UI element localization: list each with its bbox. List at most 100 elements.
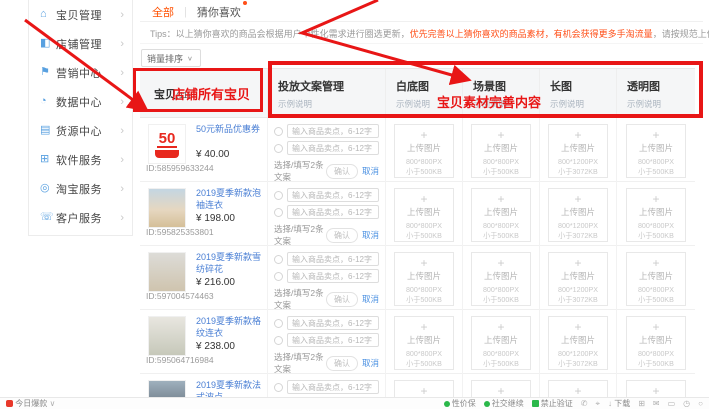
example-link[interactable]: 示例说明 [473, 98, 539, 110]
upload-image-button[interactable]: + 上传图片 800*800PX 小于500KB [626, 188, 686, 242]
confirm-button[interactable]: 确认 [326, 292, 358, 307]
example-link[interactable]: 示例说明 [278, 98, 385, 110]
sort-dropdown[interactable]: 销量排序 ∨ [141, 49, 201, 67]
upload-image-button[interactable]: + 上传图片 800*800PX 小于500KB [471, 124, 531, 178]
sidebar-item[interactable]: ⊞ 软件服务 › [29, 145, 132, 174]
cancel-button[interactable]: 取消 [362, 229, 379, 241]
checkbox[interactable] [274, 127, 283, 136]
product-title-link[interactable]: 2019夏季新款雪纺碎花半身裙女中长款高腰白 [196, 251, 263, 276]
plugin-item[interactable]: 禁止验证 [532, 398, 573, 409]
box-home-icon: ⌂ [40, 9, 56, 20]
checkbox[interactable] [274, 208, 283, 217]
cancel-button[interactable]: 取消 [362, 293, 379, 305]
confirm-button[interactable]: 确认 [326, 356, 358, 371]
upload-image-button[interactable]: + 上传图片 800*800PX 小于500KB [471, 188, 531, 242]
store-icon: ▤ [40, 125, 56, 136]
checkbox[interactable] [274, 319, 283, 328]
example-link[interactable]: 示例说明 [550, 98, 616, 110]
upload-image-button[interactable]: + 上传图片 800*800PX 小于500KB [394, 252, 454, 306]
upload-image-button[interactable]: + 上传图片 800*800PX 小于500KB [471, 252, 531, 306]
product-image[interactable] [148, 252, 186, 292]
sidebar-item-label: 宝贝管理 [56, 7, 120, 23]
upload-size-spec: 800*800PX [473, 157, 528, 166]
cancel-button[interactable]: 取消 [362, 357, 379, 369]
product-image[interactable]: 50 [148, 124, 186, 164]
upload-image-button[interactable]: + 上传图片 800*1200PX 小于3072KB [548, 188, 608, 242]
upload-image-button[interactable]: + 上传图片 800*800PX 小于500KB [626, 316, 686, 370]
sidebar-item[interactable]: ☏ 客户服务 › [29, 203, 132, 232]
selling-point-input[interactable] [287, 269, 379, 283]
tab-all[interactable]: 全部 [152, 4, 174, 20]
circle-icon[interactable]: ○ [698, 399, 703, 408]
product-image[interactable] [148, 188, 186, 228]
selling-point-input[interactable] [287, 333, 379, 347]
plugin-item[interactable]: 性价保 [444, 398, 476, 409]
cancel-button[interactable]: 取消 [362, 165, 379, 177]
upload-image-button[interactable]: + 上传图片 800*800PX 小于500KB [394, 188, 454, 242]
checkbox[interactable] [274, 255, 283, 264]
upload-cell: + 上传图片 800*1200PX 小于3072KB [540, 182, 617, 247]
selling-point-input[interactable] [287, 316, 379, 330]
example-link[interactable]: 示例说明 [396, 98, 462, 110]
sidebar-item[interactable]: ◎ 淘宝服务 › [29, 174, 132, 203]
checkbox[interactable] [274, 191, 283, 200]
product-title-link[interactable]: 2019夏季新款泡袖连衣裙女碎花短袖T恤中长款 [196, 187, 263, 212]
plus-icon: + [627, 321, 685, 333]
plus-icon: + [627, 129, 685, 141]
copy-hint: 选择/填写2条文案 [274, 159, 326, 183]
confirm-button[interactable]: 确认 [326, 164, 358, 179]
checkbox[interactable] [274, 144, 283, 153]
upload-cell: + 上传图片 800*1200PX 小于3072KB [540, 118, 617, 183]
upload-image-button[interactable]: + 上传图片 800*800PX 小于500KB [394, 316, 454, 370]
fire-icon [6, 400, 13, 407]
product-image[interactable] [148, 316, 186, 356]
upload-size-limit: 小于3072KB [550, 230, 605, 240]
sidebar-item[interactable]: ◔ 数据中心 › [29, 87, 132, 116]
download-button[interactable]: ↓ 下载 [608, 398, 630, 409]
selling-point-input[interactable] [287, 252, 379, 266]
upload-image-button[interactable]: + 上传图片 800*800PX 小于500KB [471, 316, 531, 370]
tips-banner: Tips：以上猜你喜欢的商品会根据用户个性化需求进行圈选更新，优先完善以上猜你喜… [150, 27, 703, 40]
chevron-right-icon: › [120, 212, 124, 224]
selling-point-input[interactable] [287, 380, 379, 394]
target-icon[interactable]: ⌖ [595, 399, 600, 409]
plus-icon: + [627, 193, 685, 205]
sidebar-item[interactable]: ⚑ 营销中心 › [29, 58, 132, 87]
tab-guess-you-like[interactable]: 猜你喜欢 [197, 4, 241, 20]
circle-icon: ◎ [40, 183, 56, 194]
upload-image-button[interactable]: + 上传图片 800*800PX 小于500KB [626, 124, 686, 178]
sidebar-item[interactable]: ◧ 店铺管理 › [29, 29, 132, 58]
plus-icon: + [472, 193, 530, 205]
selling-point-input[interactable] [287, 188, 379, 202]
clock-icon[interactable]: ◷ [683, 399, 690, 408]
phone-icon[interactable]: ✆ [581, 399, 588, 408]
chevron-right-icon: › [120, 96, 124, 108]
upload-image-button[interactable]: + 上传图片 800*1200PX 小于3072KB [548, 252, 608, 306]
product-title-link[interactable]: 50元新品优惠券 [196, 123, 263, 148]
checkbox[interactable] [274, 383, 283, 392]
browser-bottom-bar: 今日爆款 ∨ 性价保 社交继续 禁止验证 ✆ ⌖ ↓ 下载 ⊞ ✉ ▭ ◷ ○ [0, 397, 709, 409]
chat-icon[interactable]: ✉ [653, 399, 660, 408]
header-cell: 长图 示例说明 [540, 69, 617, 117]
upload-image-button[interactable]: + 上传图片 800*1200PX 小于3072KB [548, 124, 608, 178]
upload-size-spec: 800*800PX [628, 349, 683, 358]
checkbox[interactable] [274, 272, 283, 281]
product-title-link[interactable]: 2019夏季新款格纹连衣裙女修身显瘦小众网红 [196, 315, 263, 340]
panel-icon[interactable]: ▭ [668, 399, 676, 408]
upload-image-button[interactable]: + 上传图片 800*1200PX 小于3072KB [548, 316, 608, 370]
sidebar-item[interactable]: ⌂ 宝贝管理 › [29, 0, 132, 29]
hot-items-button[interactable]: 今日爆款 ∨ [6, 398, 55, 409]
selling-point-input[interactable] [287, 124, 379, 138]
upload-image-button[interactable]: + 上传图片 800*800PX 小于500KB [394, 124, 454, 178]
example-link[interactable]: 示例说明 [627, 98, 695, 110]
selling-point-input[interactable] [287, 205, 379, 219]
window-icon[interactable]: ⊞ [638, 399, 645, 408]
confirm-button[interactable]: 确认 [326, 228, 358, 243]
selling-point-input[interactable] [287, 141, 379, 155]
pie-chart-icon: ◔ [40, 96, 56, 107]
sidebar-item[interactable]: ▤ 货源中心 › [29, 116, 132, 145]
upload-image-button[interactable]: + 上传图片 800*800PX 小于500KB [626, 252, 686, 306]
tips-text2: ，请按规范上传素材 [653, 29, 709, 39]
plugin-item[interactable]: 社交继续 [484, 398, 524, 409]
checkbox[interactable] [274, 336, 283, 345]
